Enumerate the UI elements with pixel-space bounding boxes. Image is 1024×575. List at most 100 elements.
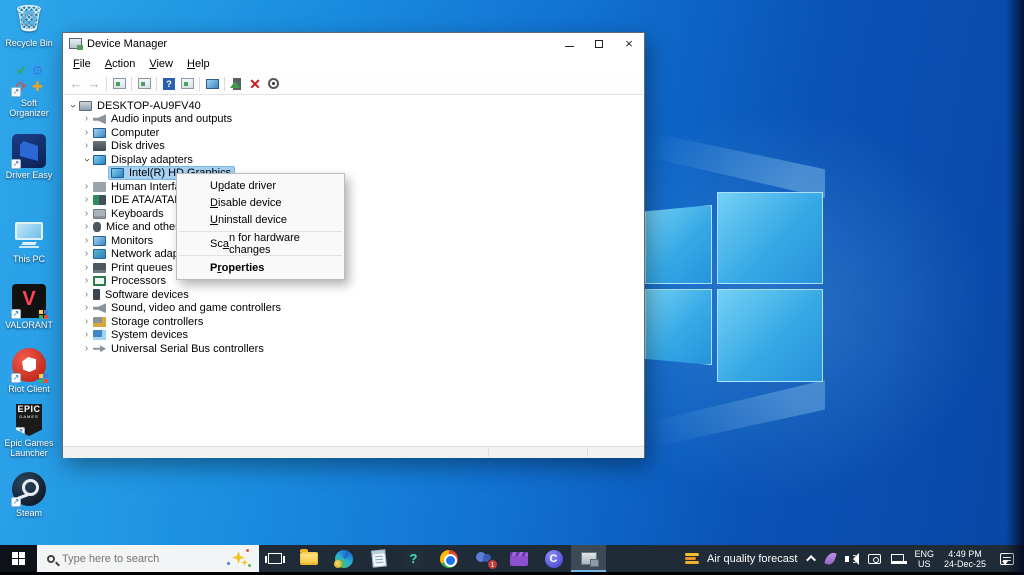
- volume-icon[interactable]: [845, 552, 860, 565]
- tree-item-print-queues[interactable]: › Print queues: [63, 261, 644, 275]
- color-badge-icon: [39, 310, 48, 319]
- taskbar-teal-app[interactable]: ?: [396, 545, 431, 572]
- action-center-icon[interactable]: [1000, 552, 1014, 565]
- console-tree-icon: [112, 78, 126, 89]
- hid-icon: [93, 181, 106, 192]
- system-device-icon: [93, 330, 106, 341]
- menu-file[interactable]: File: [66, 56, 98, 72]
- uninstall-device-button[interactable]: ✕: [246, 75, 264, 92]
- taskbar-clock[interactable]: 4:49 PM 24-Dec-25: [944, 549, 986, 569]
- tree-item-mice[interactable]: ›Mice and other pointing devices: [63, 221, 644, 235]
- help-button[interactable]: ?: [160, 75, 178, 92]
- tree-item-software-devices[interactable]: › Software devices: [63, 288, 644, 302]
- tree-item-disk-drives[interactable]: › Disk drives: [63, 140, 644, 154]
- close-button[interactable]: ×: [614, 33, 644, 54]
- context-menu-disable-device[interactable]: Disable device: [177, 194, 344, 211]
- tree-item-computer[interactable]: › Computer: [63, 126, 644, 140]
- desktop-icon-steam[interactable]: ↗ Steam: [2, 472, 56, 518]
- taskbar: ? 1 C Air quality forecast ENG US 4:49 P…: [0, 545, 1024, 572]
- context-menu-update-driver[interactable]: Up date driver: [177, 177, 344, 194]
- scan-hardware-changes-button[interactable]: [264, 75, 282, 92]
- maximize-button[interactable]: [584, 33, 614, 54]
- search-input[interactable]: [62, 552, 192, 565]
- devices-view-button[interactable]: [203, 75, 221, 92]
- riot-client-icon: ↗: [11, 348, 48, 383]
- feather-app-icon[interactable]: [824, 550, 838, 567]
- tree-item-audio[interactable]: › Audio inputs and outputs: [63, 113, 644, 127]
- desktop-icon-driver-easy[interactable]: ↗ Driver Easy: [2, 134, 56, 180]
- tree-item-sound-controllers[interactable]: › Sound, video and game controllers: [63, 302, 644, 316]
- chevron-right-icon[interactable]: ›: [81, 316, 92, 327]
- title-bar[interactable]: Device Manager ×: [63, 33, 644, 54]
- back-button[interactable]: ←: [67, 75, 85, 92]
- tree-item-ide[interactable]: › IDE ATA/ATAPI controllers: [63, 194, 644, 208]
- search-highlights-icon[interactable]: [227, 549, 251, 567]
- tree-item-intel-hd-graphics[interactable]: Intel(R) HD Graphics: [63, 167, 644, 181]
- taskbar-movies-app[interactable]: [501, 545, 536, 572]
- forward-button[interactable]: →: [85, 75, 103, 92]
- chevron-right-icon[interactable]: ›: [81, 276, 92, 286]
- task-view-button[interactable]: [259, 545, 291, 572]
- chevron-right-icon[interactable]: ›: [81, 222, 92, 232]
- desktop-icon-recycle-bin[interactable]: 🗑 Recycle Bin: [2, 2, 56, 48]
- chevron-right-icon[interactable]: ›: [81, 208, 92, 219]
- desktop-icon-valorant[interactable]: ↗ VALORANT: [2, 284, 56, 330]
- desktop-icon-epic-games[interactable]: EPIC GAMES ↗ Epic Games Launcher: [2, 398, 56, 458]
- tree-item-processors[interactable]: › Processors: [63, 275, 644, 289]
- start-button[interactable]: [0, 545, 37, 572]
- minimize-button[interactable]: [554, 33, 584, 54]
- keyboard-icon: [93, 208, 106, 219]
- update-driver-button[interactable]: [228, 75, 246, 92]
- chevron-right-icon[interactable]: ›: [81, 330, 92, 340]
- taskbar-search[interactable]: [37, 545, 259, 572]
- chevron-right-icon[interactable]: ›: [81, 249, 92, 259]
- taskbar-edge[interactable]: [326, 545, 361, 572]
- menu-action[interactable]: Action: [98, 56, 143, 72]
- tree-item-network-adapters[interactable]: › Network adapters: [63, 248, 644, 262]
- chevron-right-icon[interactable]: ›: [81, 303, 92, 313]
- folder-icon: [299, 549, 318, 565]
- tree-item-keyboards[interactable]: › Keyboards: [63, 207, 644, 221]
- taskbar-teams[interactable]: 1: [466, 545, 501, 572]
- tree-item-computer-root[interactable]: › DESKTOP-AU9FV40: [63, 99, 644, 113]
- chevron-right-icon[interactable]: ›: [81, 141, 92, 151]
- tree-item-storage-controllers[interactable]: › Storage controllers: [63, 315, 644, 329]
- taskbar-c-app[interactable]: C: [536, 545, 571, 572]
- menu-help[interactable]: Help: [180, 56, 217, 72]
- tree-item-display-adapters[interactable]: › Display adapters: [63, 153, 644, 167]
- taskbar-chrome[interactable]: [431, 545, 466, 572]
- show-hide-console-tree-button[interactable]: [110, 75, 128, 92]
- chevron-right-icon[interactable]: ›: [81, 114, 92, 124]
- export-list-button[interactable]: [178, 75, 196, 92]
- chevron-right-icon[interactable]: ›: [81, 289, 92, 300]
- context-menu-scan-hardware-changes[interactable]: Sc a n for hardware changes: [177, 232, 344, 256]
- desktop-icon-riot-client[interactable]: ↗ Riot Client: [2, 348, 56, 394]
- meet-now-icon[interactable]: [868, 553, 882, 564]
- chevron-right-icon[interactable]: ›: [81, 195, 92, 205]
- context-menu-uninstall-device[interactable]: Uninstall device: [177, 211, 344, 228]
- taskbar-device-manager[interactable]: [571, 545, 606, 572]
- menu-view[interactable]: View: [142, 56, 180, 72]
- taskbar-file-explorer[interactable]: [291, 545, 326, 572]
- desktop-icon-this-pc[interactable]: This PC: [2, 218, 56, 264]
- chevron-right-icon[interactable]: ›: [81, 343, 92, 354]
- chevron-down-icon[interactable]: ›: [82, 154, 93, 165]
- time-text: 4:49 PM: [948, 548, 982, 559]
- context-menu-properties[interactable]: Pr operties: [177, 259, 344, 276]
- chevron-right-icon[interactable]: ›: [81, 181, 92, 192]
- chevron-right-icon[interactable]: ›: [81, 127, 92, 138]
- tree-item-hid[interactable]: › Human Interface Devices: [63, 180, 644, 194]
- computer-icon: [79, 100, 92, 111]
- language-indicator[interactable]: ENG US: [914, 549, 934, 569]
- properties-button[interactable]: [135, 75, 153, 92]
- chevron-right-icon[interactable]: ›: [81, 262, 92, 273]
- news-weather-widget[interactable]: Air quality forecast: [673, 545, 809, 572]
- tree-item-usb-controllers[interactable]: › Universal Serial Bus controllers: [63, 342, 644, 356]
- tree-item-monitors[interactable]: › Monitors: [63, 234, 644, 248]
- chevron-right-icon[interactable]: ›: [81, 235, 92, 246]
- network-icon[interactable]: [891, 553, 908, 564]
- chevron-down-icon[interactable]: ›: [68, 100, 79, 111]
- taskbar-notepad[interactable]: [361, 545, 396, 572]
- tree-item-system-devices[interactable]: › System devices: [63, 329, 644, 343]
- desktop-icon-soft-organizer[interactable]: ✔ ⚙ ⟳ ✚ ↗ Soft Organizer: [2, 62, 56, 118]
